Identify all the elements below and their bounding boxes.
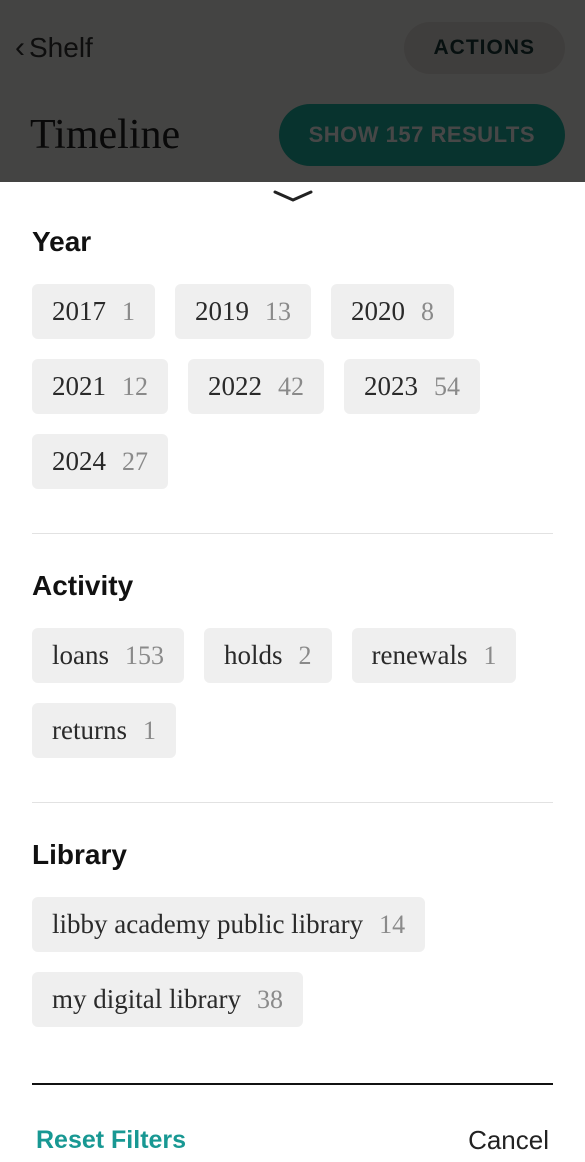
filter-chip-year[interactable]: 2017 1 bbox=[32, 284, 155, 339]
cancel-button[interactable]: Cancel bbox=[468, 1125, 549, 1156]
filter-chip-year[interactable]: 2019 13 bbox=[175, 284, 311, 339]
chip-label: 2021 bbox=[52, 371, 106, 402]
filter-chip-year[interactable]: 2022 42 bbox=[188, 359, 324, 414]
chip-label: 2022 bbox=[208, 371, 262, 402]
footer: Reset Filters Cancel bbox=[32, 1085, 553, 1156]
filter-chip-activity[interactable]: loans 153 bbox=[32, 628, 184, 683]
chip-label: 2023 bbox=[364, 371, 418, 402]
chip-label: holds bbox=[224, 640, 283, 671]
drag-handle[interactable] bbox=[32, 182, 553, 226]
dimmed-header: ‹ Shelf ACTIONS Timeline SHOW 157 RESULT… bbox=[0, 0, 585, 182]
chip-label: 2019 bbox=[195, 296, 249, 327]
chip-count: 12 bbox=[122, 372, 148, 402]
filter-chip-activity[interactable]: renewals 1 bbox=[352, 628, 517, 683]
chip-count: 2 bbox=[299, 641, 312, 671]
filter-chip-year[interactable]: 2023 54 bbox=[344, 359, 480, 414]
chip-label: returns bbox=[52, 715, 127, 746]
filter-chip-year[interactable]: 2021 12 bbox=[32, 359, 168, 414]
chip-count: 38 bbox=[257, 985, 283, 1015]
chip-label: 2017 bbox=[52, 296, 106, 327]
filter-chip-activity[interactable]: holds 2 bbox=[204, 628, 332, 683]
chip-row-library: libby academy public library 14 my digita… bbox=[32, 897, 553, 1027]
chip-label: my digital library bbox=[52, 984, 241, 1015]
chip-count: 54 bbox=[434, 372, 460, 402]
divider bbox=[32, 533, 553, 534]
section-title-library: Library bbox=[32, 839, 553, 871]
chip-count: 153 bbox=[125, 641, 164, 671]
section-title-activity: Activity bbox=[32, 570, 553, 602]
dim-overlay[interactable] bbox=[0, 0, 585, 182]
filter-chip-year[interactable]: 2024 27 bbox=[32, 434, 168, 489]
reset-filters-button[interactable]: Reset Filters bbox=[36, 1126, 186, 1155]
chip-label: libby academy public library bbox=[52, 909, 363, 940]
filter-chip-year[interactable]: 2020 8 bbox=[331, 284, 454, 339]
chip-count: 8 bbox=[421, 297, 434, 327]
chip-count: 1 bbox=[122, 297, 135, 327]
chip-count: 1 bbox=[483, 641, 496, 671]
chip-label: 2020 bbox=[351, 296, 405, 327]
divider bbox=[32, 802, 553, 803]
chip-label: renewals bbox=[372, 640, 468, 671]
chip-label: loans bbox=[52, 640, 109, 671]
chip-count: 27 bbox=[122, 447, 148, 477]
filter-chip-activity[interactable]: returns 1 bbox=[32, 703, 176, 758]
chevron-down-icon bbox=[273, 190, 313, 204]
chip-row-year: 20171 201913 20208 202112 202242 202354 … bbox=[32, 284, 553, 489]
chip-count: 42 bbox=[278, 372, 304, 402]
section-title-year: Year bbox=[32, 226, 553, 258]
filter-sheet: Year 20171 201913 20208 202112 202242 20… bbox=[0, 182, 585, 1156]
chip-label: 2024 bbox=[52, 446, 106, 477]
filter-chip-library[interactable]: libby academy public library 14 bbox=[32, 897, 425, 952]
filter-chip-library[interactable]: my digital library 38 bbox=[32, 972, 303, 1027]
chip-count: 13 bbox=[265, 297, 291, 327]
chip-count: 14 bbox=[379, 910, 405, 940]
chip-row-activity: loans 153 holds 2 renewals 1 returns 1 bbox=[32, 628, 553, 758]
chip-count: 1 bbox=[143, 716, 156, 746]
